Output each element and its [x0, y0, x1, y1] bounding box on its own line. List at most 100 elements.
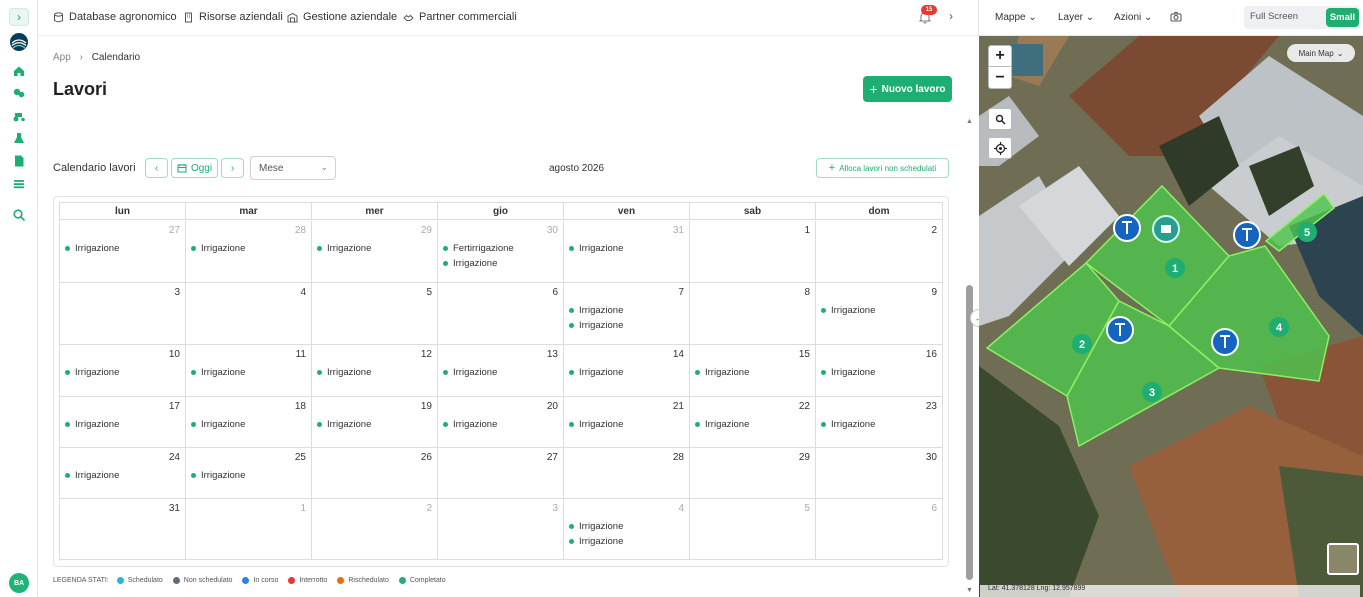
- day-cell[interactable]: 8: [690, 283, 816, 345]
- actions-menu[interactable]: Azioni ⌄: [1114, 12, 1152, 23]
- calendar-event[interactable]: Irrigazione: [695, 419, 749, 430]
- day-cell[interactable]: 20 Irrigazione: [438, 397, 564, 448]
- map-canvas[interactable]: 1 2 3 4 5: [979, 36, 1363, 597]
- day-cell[interactable]: 12 Irrigazione: [312, 345, 438, 397]
- day-cell[interactable]: 7 Irrigazione Irrigazione: [564, 283, 690, 345]
- calendar-event[interactable]: Irrigazione: [569, 367, 623, 378]
- day-cell[interactable]: 1: [186, 499, 312, 560]
- day-cell[interactable]: 2: [312, 499, 438, 560]
- field-label-4[interactable]: 4: [1269, 317, 1289, 337]
- maps-menu[interactable]: Mappe ⌄: [995, 12, 1037, 23]
- calendar-event[interactable]: Irrigazione: [821, 419, 875, 430]
- field-label-2[interactable]: 2: [1072, 334, 1092, 354]
- day-cell[interactable]: 30 Fertirrigazione Irrigazione: [438, 221, 564, 283]
- day-cell[interactable]: 21 Irrigazione: [564, 397, 690, 448]
- calendar-event[interactable]: Irrigazione: [569, 521, 623, 532]
- sprinkler-pin[interactable]: [1233, 221, 1261, 249]
- fullscreen-button[interactable]: Full Screen: [1250, 11, 1298, 22]
- day-cell[interactable]: 14 Irrigazione: [564, 345, 690, 397]
- calendar-event[interactable]: Irrigazione: [569, 305, 623, 316]
- day-cell[interactable]: 31: [60, 499, 186, 560]
- day-cell[interactable]: 17 Irrigazione: [60, 397, 186, 448]
- calendar-event[interactable]: Irrigazione: [317, 243, 371, 254]
- field-label-5[interactable]: 5: [1297, 222, 1317, 242]
- day-cell[interactable]: 30: [816, 448, 943, 499]
- day-cell[interactable]: 5: [312, 283, 438, 345]
- calendar-event[interactable]: Irrigazione: [821, 367, 875, 378]
- layer-menu[interactable]: Layer ⌄: [1058, 12, 1094, 23]
- map-search-button[interactable]: [988, 108, 1012, 130]
- new-job-button[interactable]: + Nuovo lavoro: [863, 76, 952, 102]
- scroll-down-arrow[interactable]: ▼: [965, 587, 974, 595]
- day-cell[interactable]: 3: [438, 499, 564, 560]
- day-cell[interactable]: 3: [60, 283, 186, 345]
- day-cell[interactable]: 28: [564, 448, 690, 499]
- calendar-event[interactable]: Irrigazione: [317, 419, 371, 430]
- day-cell[interactable]: 29: [690, 448, 816, 499]
- day-cell[interactable]: 26: [312, 448, 438, 499]
- day-cell[interactable]: 25 Irrigazione: [186, 448, 312, 499]
- day-cell[interactable]: 11 Irrigazione: [186, 345, 312, 397]
- calendar-event[interactable]: Irrigazione: [191, 419, 245, 430]
- calendar-event[interactable]: Irrigazione: [65, 470, 119, 481]
- day-cell[interactable]: 6: [816, 499, 943, 560]
- calendar-event[interactable]: Irrigazione: [65, 419, 119, 430]
- field-label-3[interactable]: 3: [1142, 382, 1162, 402]
- day-cell[interactable]: 5: [690, 499, 816, 560]
- zoom-out-button[interactable]: −: [988, 67, 1012, 89]
- day-cell[interactable]: 15 Irrigazione: [690, 345, 816, 397]
- nav-gestione-aziendale[interactable]: Gestione aziendale: [287, 11, 397, 23]
- calendar-event[interactable]: Irrigazione: [443, 258, 497, 269]
- scrollbar-thumb[interactable]: [966, 285, 973, 580]
- calendar-event[interactable]: Irrigazione: [191, 470, 245, 481]
- day-cell[interactable]: 9 Irrigazione: [816, 283, 943, 345]
- prev-month-button[interactable]: ‹: [145, 158, 168, 178]
- day-cell[interactable]: 6: [438, 283, 564, 345]
- nav-risorse-aziendali[interactable]: Risorse aziendali: [183, 11, 283, 23]
- calendar-event[interactable]: Irrigazione: [695, 367, 749, 378]
- allocate-unscheduled-button[interactable]: + Alloca lavori non schedulati: [816, 158, 949, 178]
- base-layer-selector[interactable]: Main Map ⌄: [1287, 44, 1355, 62]
- day-cell[interactable]: 4 Irrigazione Irrigazione: [564, 499, 690, 560]
- day-cell[interactable]: 4: [186, 283, 312, 345]
- zoom-in-button[interactable]: +: [988, 45, 1012, 67]
- building-pin[interactable]: [1152, 215, 1180, 243]
- sprinkler-pin[interactable]: [1106, 316, 1134, 344]
- small-button[interactable]: Small: [1326, 8, 1359, 27]
- day-cell[interactable]: 27 Irrigazione: [60, 221, 186, 283]
- nav-database-agronomico[interactable]: Database agronomico: [53, 11, 177, 23]
- calendar-event[interactable]: Irrigazione: [569, 243, 623, 254]
- sprinkler-pin[interactable]: [1211, 328, 1239, 356]
- chat-icon[interactable]: [12, 86, 26, 100]
- calendar-event[interactable]: Irrigazione: [65, 243, 119, 254]
- search-icon[interactable]: [12, 208, 26, 222]
- scroll-up-arrow[interactable]: ▲: [965, 118, 974, 126]
- calendar-event[interactable]: Fertirrigazione: [443, 243, 514, 254]
- day-cell[interactable]: 23 Irrigazione: [816, 397, 943, 448]
- calendar-event[interactable]: Irrigazione: [191, 243, 245, 254]
- nav-partner-commerciali[interactable]: Partner commerciali: [403, 11, 517, 23]
- day-cell[interactable]: 22 Irrigazione: [690, 397, 816, 448]
- calendar-event[interactable]: Irrigazione: [443, 367, 497, 378]
- day-cell[interactable]: 24 Irrigazione: [60, 448, 186, 499]
- view-select[interactable]: Mese ⌄: [250, 156, 336, 180]
- calendar-event[interactable]: Irrigazione: [569, 536, 623, 547]
- calendar-event[interactable]: Irrigazione: [317, 367, 371, 378]
- satellite-map[interactable]: 1 2 3 4 5: [979, 36, 1363, 597]
- day-cell[interactable]: 1: [690, 221, 816, 283]
- field-label-1[interactable]: 1: [1165, 258, 1185, 278]
- calendar-event[interactable]: Irrigazione: [569, 320, 623, 331]
- calendar-event[interactable]: Irrigazione: [569, 419, 623, 430]
- day-cell[interactable]: 2: [816, 221, 943, 283]
- day-cell[interactable]: 10 Irrigazione: [60, 345, 186, 397]
- day-cell[interactable]: 29 Irrigazione: [312, 221, 438, 283]
- calendar-event[interactable]: Irrigazione: [443, 419, 497, 430]
- tractor-icon[interactable]: [12, 109, 26, 123]
- day-cell[interactable]: 31 Irrigazione: [564, 221, 690, 283]
- calendar-event[interactable]: Irrigazione: [191, 367, 245, 378]
- next-month-button[interactable]: ›: [221, 158, 244, 178]
- calendar-event[interactable]: Irrigazione: [65, 367, 119, 378]
- day-cell[interactable]: 18 Irrigazione: [186, 397, 312, 448]
- day-cell[interactable]: 13 Irrigazione: [438, 345, 564, 397]
- user-avatar[interactable]: BA: [9, 573, 29, 593]
